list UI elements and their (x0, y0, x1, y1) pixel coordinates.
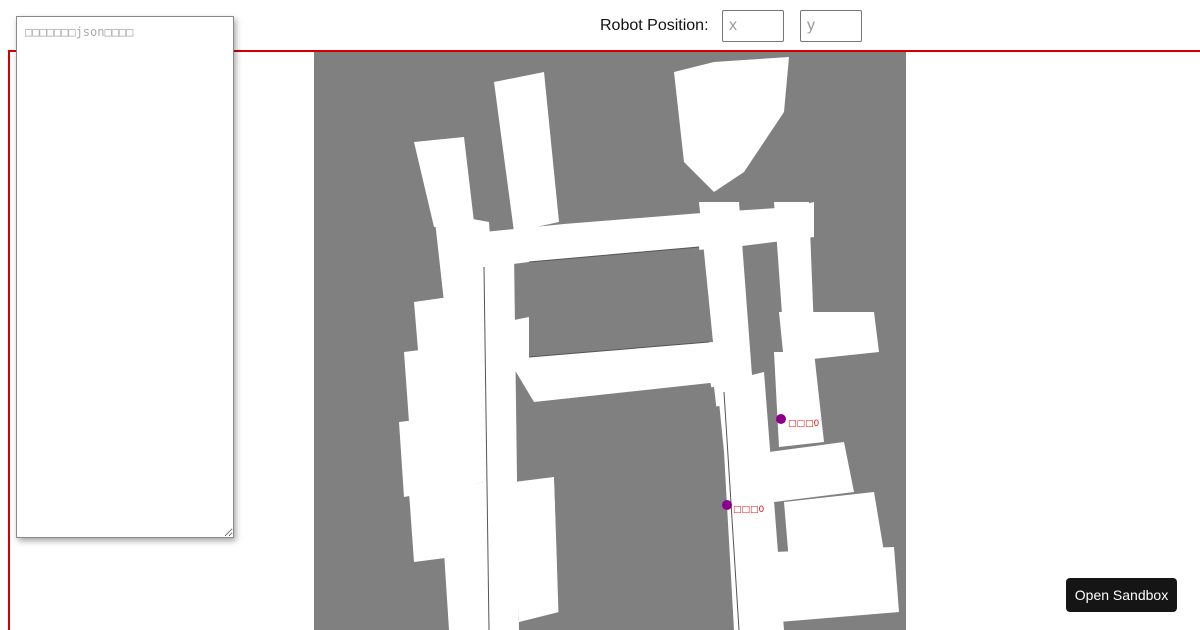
unknown-space (529, 247, 724, 630)
robot-x-input[interactable] (722, 10, 784, 42)
json-input-textarea[interactable] (16, 16, 234, 538)
robot-y-input[interactable] (800, 10, 862, 42)
robot-marker[interactable] (776, 414, 786, 424)
open-sandbox-button[interactable]: Open Sandbox (1066, 578, 1177, 612)
occupancy-map[interactable]: □□□0 □□□0 (314, 52, 906, 630)
target-marker-label: □□□0 (733, 505, 765, 515)
map-canvas: □□□0 □□□0 (399, 57, 899, 630)
target-marker[interactable] (722, 500, 732, 510)
robot-position-label: Robot Position: (600, 17, 709, 34)
robot-marker-label: □□□0 (788, 419, 820, 429)
